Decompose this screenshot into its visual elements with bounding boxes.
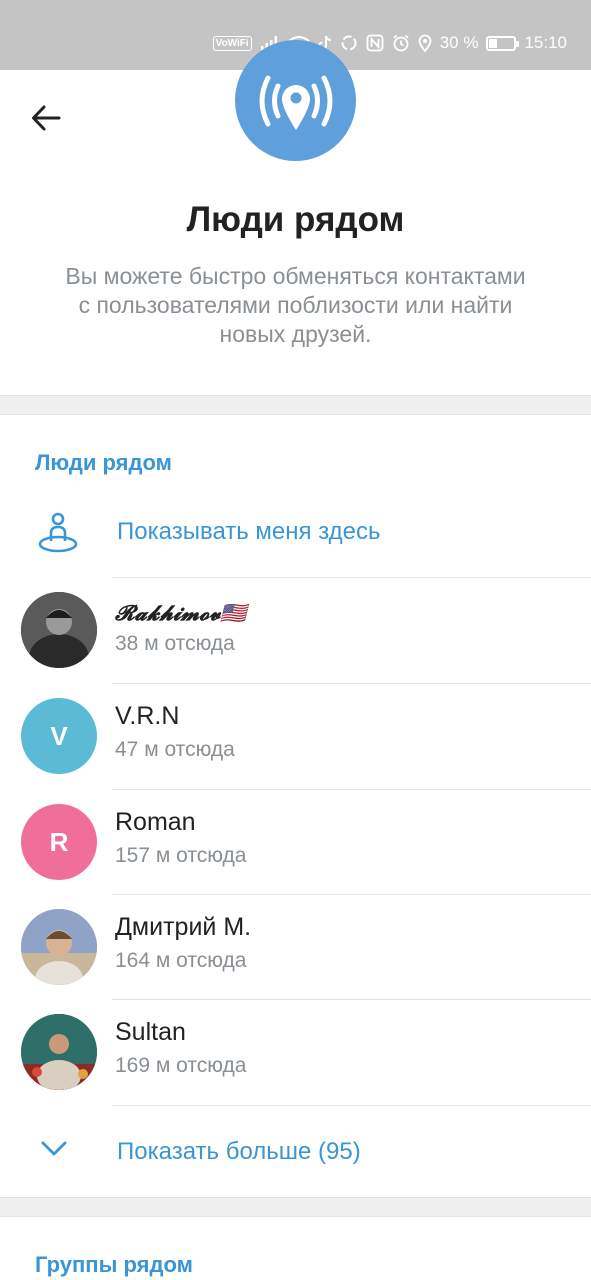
page-title: Люди рядом: [186, 200, 405, 239]
person-name-text: 𝓡𝓪𝓴𝓱𝓲𝓶𝓸𝓿: [115, 600, 221, 625]
battery-icon: [486, 35, 520, 51]
nfc-icon: [366, 34, 384, 52]
person-row-dmitriy[interactable]: Дмитрий М. 164 м отсюда: [0, 895, 591, 1000]
location-broadcast-icon: [259, 75, 332, 130]
sync-icon: [341, 35, 357, 51]
person-name: Roman: [115, 808, 196, 836]
person-name: V.R.N: [115, 702, 180, 730]
section-divider: [0, 1197, 591, 1217]
person-distance: 169 м отсюда: [115, 1054, 247, 1077]
back-button[interactable]: [24, 96, 68, 140]
show-more-label: Показать больше (95): [117, 1138, 361, 1165]
person-name: Sultan: [115, 1018, 186, 1046]
vowifi-badge: VoWiFi: [212, 35, 252, 51]
person-row-vrn[interactable]: V V.R.N 47 м отсюда: [0, 684, 591, 789]
battery-level: [489, 38, 498, 48]
section-header-groups: Группы рядом: [35, 1252, 193, 1277]
avatar: [21, 592, 97, 668]
clock: 15:10: [524, 33, 567, 52]
avatar: R: [21, 804, 97, 880]
avatar: [21, 909, 97, 985]
hero-location-badge: [235, 40, 356, 161]
person-distance: 164 м отсюда: [115, 949, 247, 972]
avatar-initial: R: [49, 826, 69, 857]
arrow-left-icon: [32, 105, 61, 131]
person-distance: 38 м отсюда: [115, 632, 235, 655]
person-name: 𝓡𝓪𝓴𝓱𝓲𝓶𝓸𝓿🇺🇸: [115, 600, 247, 626]
avatar-initial: V: [50, 720, 68, 751]
alarm-icon: [393, 34, 409, 52]
chevron-down-icon: [40, 1140, 68, 1163]
person-row-roman[interactable]: R Roman 157 м отсюда: [0, 790, 591, 895]
person-distance: 47 м отсюда: [115, 738, 235, 761]
person-name: Дмитрий М.: [115, 913, 252, 941]
battery-percent: 30 %: [439, 33, 479, 52]
avatar: [21, 1014, 97, 1090]
page-description: Вы можете быстро обменяться контактами с…: [65, 263, 526, 347]
person-on-location-icon: [36, 511, 80, 560]
section-divider: [0, 395, 591, 415]
person-row-sultan[interactable]: Sultan 169 м отсюда: [0, 1000, 591, 1105]
location-icon: [418, 34, 432, 52]
person-distance: 157 м отсюда: [115, 844, 247, 867]
show-me-here-button[interactable]: Показывать меня здесь: [0, 490, 591, 576]
show-me-here-label: Показывать меня здесь: [117, 518, 381, 545]
person-row-rakhimov[interactable]: 𝓡𝓪𝓴𝓱𝓲𝓶𝓸𝓿🇺🇸 38 м отсюда: [0, 578, 591, 683]
avatar: V: [21, 698, 97, 774]
flag-emoji: 🇺🇸: [220, 600, 247, 625]
show-more-button[interactable]: Показать больше (95): [0, 1106, 591, 1196]
section-header-people: Люди рядом: [35, 450, 172, 475]
